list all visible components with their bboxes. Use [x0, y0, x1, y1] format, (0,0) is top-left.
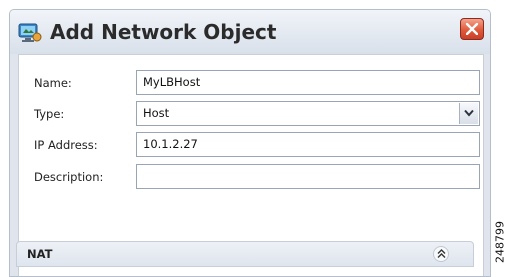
type-label: Type:: [34, 107, 65, 121]
nat-section-header[interactable]: NAT: [16, 241, 474, 267]
title-bar[interactable]: Add Network Object: [10, 10, 490, 54]
close-button[interactable]: [460, 18, 484, 40]
double-chevron-up-icon: [437, 249, 446, 258]
chevron-down-icon: [464, 109, 474, 117]
select-dropdown-button[interactable]: [459, 103, 478, 124]
close-icon: [466, 23, 478, 35]
nat-label: NAT: [27, 247, 53, 261]
collapse-button[interactable]: [433, 246, 449, 262]
type-select-value: Host: [143, 106, 170, 120]
figure-number-text: 248799: [493, 221, 507, 263]
name-field[interactable]: MyLBHost: [136, 70, 480, 95]
description-label: Description:: [34, 170, 104, 184]
type-select[interactable]: Host: [136, 101, 480, 126]
description-field[interactable]: [136, 164, 480, 189]
add-network-object-dialog: Add Network Object Name: MyLBHost Type: …: [9, 9, 491, 277]
ip-address-field[interactable]: 10.1.2.27: [136, 132, 480, 157]
network-object-icon: [18, 23, 42, 43]
ip-address-label: IP Address:: [34, 138, 98, 152]
name-label: Name:: [34, 76, 72, 90]
dialog-title: Add Network Object: [50, 20, 277, 44]
